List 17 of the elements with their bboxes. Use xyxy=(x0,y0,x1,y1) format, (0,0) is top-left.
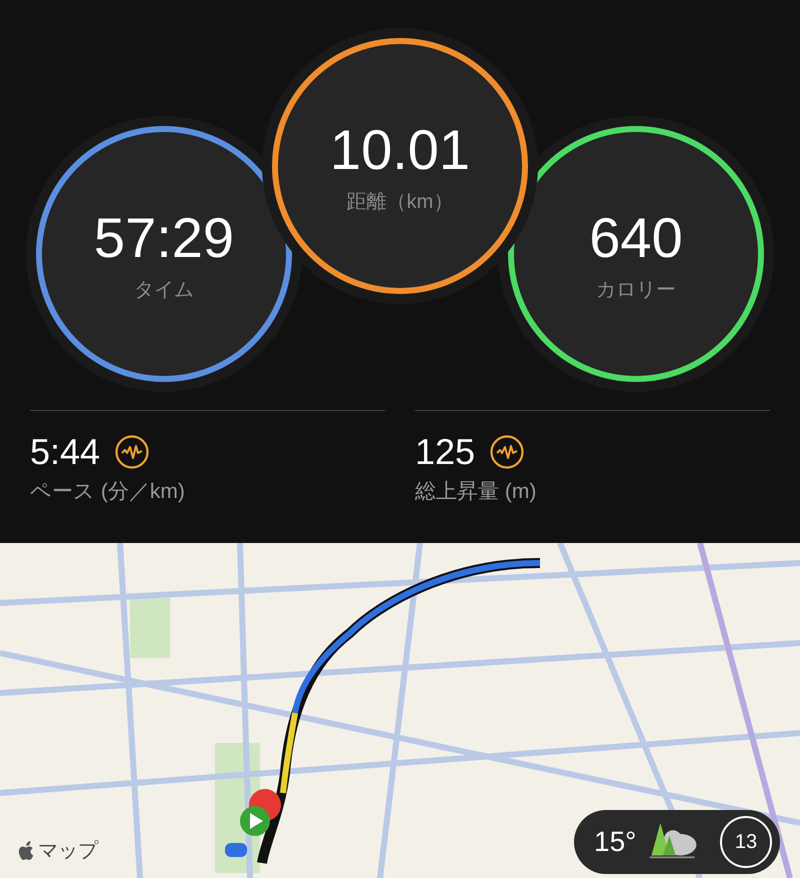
stat-label: ペース (分／km) xyxy=(30,479,186,505)
apple-logo-icon xyxy=(18,840,36,860)
stat-label: 総上昇量 (m) xyxy=(415,479,538,505)
activity-icon xyxy=(489,434,526,470)
ring-label: 距離（km） xyxy=(346,190,454,215)
ring-label: タイム xyxy=(134,278,194,303)
stat-value: 125 xyxy=(415,431,476,473)
activity-icon xyxy=(114,434,150,470)
temperature: 15° xyxy=(594,826,636,858)
ring-value: 10.01 xyxy=(330,117,470,182)
ring-value: 57:29 xyxy=(94,205,234,270)
ring-label: カロリー xyxy=(596,278,676,303)
weather-widget[interactable]: 15° 13 xyxy=(574,810,780,874)
stat-value: 5:44 xyxy=(30,431,100,473)
index-value: 13 xyxy=(734,830,758,854)
ring-value: 640 xyxy=(589,205,683,270)
map-attribution: マップ xyxy=(38,839,98,864)
